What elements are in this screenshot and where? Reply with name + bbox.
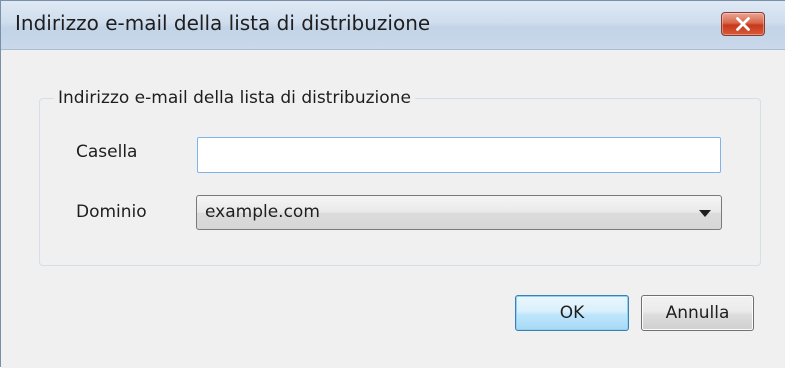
groupbox-legend: Indirizzo e-mail della lista di distribu… (54, 88, 415, 108)
ok-button[interactable]: OK (515, 295, 629, 331)
domain-selected-value: example.com (205, 202, 320, 222)
cancel-button[interactable]: Annulla (641, 295, 754, 331)
domain-label: Dominio (76, 202, 147, 222)
mailbox-input[interactable] (197, 137, 721, 173)
dialog-content: Indirizzo e-mail della lista di distribu… (1, 50, 785, 368)
title-bar[interactable]: Indirizzo e-mail della lista di distribu… (1, 1, 785, 50)
mailbox-label: Casella (76, 142, 138, 162)
address-groupbox (39, 98, 761, 266)
close-button[interactable] (721, 12, 765, 36)
chevron-down-icon[interactable] (699, 210, 711, 217)
close-icon (736, 17, 750, 31)
domain-select[interactable]: example.com (196, 195, 722, 230)
window-title: Indirizzo e-mail della lista di distribu… (15, 11, 431, 35)
dialog-window: Indirizzo e-mail della lista di distribu… (0, 0, 785, 368)
